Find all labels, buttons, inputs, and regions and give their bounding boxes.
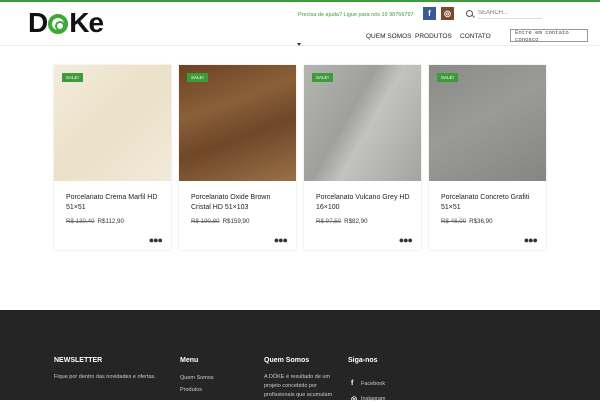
footer-siga-title: Siga-nos [348, 357, 378, 364]
old-price: R$ 97,50 [316, 218, 342, 225]
instagram-icon: ◎ [351, 396, 358, 403]
price: R$36,90 [469, 218, 493, 225]
facebook-icon[interactable]: f [423, 7, 436, 20]
product-card[interactable]: SALE! Porcelanato Crema Marfil HD 51×51 … [54, 65, 171, 250]
nav-quem-somos[interactable]: QUEM SOMOS [366, 33, 412, 40]
product-card[interactable]: SALE! Porcelanato Oxide Brown Cristal HD… [179, 65, 296, 250]
logo[interactable]: D Ke [28, 7, 104, 38]
sale-badge: SALE! [437, 73, 458, 82]
product-image[interactable] [179, 65, 296, 181]
more-options-icon[interactable]: ●●● [274, 235, 288, 245]
product-prices: R$ 130,40 R$112,90 [66, 218, 124, 225]
header: D Ke Precisa de ajuda? Ligue para nós 19 … [0, 2, 600, 45]
old-price: R$ 46,00 [441, 218, 467, 225]
footer-facebook-link[interactable]: f Facebook [351, 380, 385, 387]
facebook-icon: f [351, 380, 354, 387]
product-card[interactable]: SALE! Porcelanato Vulcano Grey HD 16×100… [304, 65, 421, 250]
nav-produtos[interactable]: PRODUTOS [415, 33, 452, 40]
price: R$82,90 [344, 218, 368, 225]
product-prices: R$ 190,80 R$159,90 [191, 218, 249, 225]
footer: NEWSLETTER Fique por dentro das novidade… [0, 310, 600, 403]
product-name[interactable]: Porcelanato Crema Marfil HD 51×51 [66, 193, 166, 213]
footer-quem-somos-line: profissionais que acumulam [264, 392, 333, 398]
product-image[interactable] [54, 65, 171, 181]
footer-menu-title: Menu [180, 357, 199, 364]
footer-newsletter-text: Fique por dentro das novidades e ofertas… [54, 374, 156, 380]
footer-instagram-link[interactable]: ◎ Instagram [351, 395, 385, 403]
more-options-icon[interactable]: ●●● [524, 235, 538, 245]
logo-letters-ke: Ke [69, 7, 104, 38]
price: R$159,90 [222, 218, 250, 225]
logo-letter-d: D [28, 7, 48, 38]
old-price: R$ 130,40 [66, 218, 95, 225]
product-image[interactable] [304, 65, 421, 181]
footer-quem-somos-title: Quem Somos [264, 357, 310, 364]
product-card[interactable]: SALE! Porcelanato Concreto Grafiti 51×51… [429, 65, 546, 250]
sale-badge: SALE! [187, 73, 208, 82]
footer-newsletter-title: NEWSLETTER [54, 357, 103, 364]
footer-quem-somos-line: A DÖKE é resultado de um [264, 374, 331, 380]
footer-menu-item-quem-somos[interactable]: Quem Somos [180, 374, 214, 383]
sale-badge: SALE! [62, 73, 83, 82]
price: R$112,90 [97, 218, 124, 225]
more-options-icon[interactable]: ●●● [399, 235, 413, 245]
search-icon[interactable] [466, 10, 473, 17]
nav-contato[interactable]: CONTATO [460, 33, 491, 40]
product-name[interactable]: Porcelanato Oxide Brown Cristal HD 51×10… [191, 193, 291, 213]
footer-menu-item-produtos[interactable]: Produtos [180, 386, 202, 395]
contact-button[interactable]: Entre em contato conosco [510, 29, 588, 43]
product-prices: R$ 46,00 R$36,90 [441, 218, 493, 225]
helpline[interactable]: Precisa de ajuda? Ligue para nós 19 9876… [298, 12, 414, 18]
footer-instagram-label: Instagram [361, 396, 386, 402]
product-prices: R$ 97,50 R$82,90 [316, 218, 368, 225]
sale-badge: SALE! [312, 73, 333, 82]
caret-down-icon [297, 43, 301, 46]
footer-facebook-label: Facebook [361, 380, 386, 387]
logo-o-icon [48, 14, 69, 34]
search-input[interactable] [478, 7, 542, 19]
product-image[interactable] [429, 65, 546, 181]
footer-quem-somos-line: projeto concebido por [264, 383, 317, 389]
product-name[interactable]: Porcelanato Vulcano Grey HD 16×100 [316, 193, 416, 213]
product-name[interactable]: Porcelanato Concreto Grafiti 51×51 [441, 193, 541, 213]
old-price: R$ 190,80 [191, 218, 220, 225]
instagram-icon[interactable]: ◎ [441, 7, 454, 20]
more-options-icon[interactable]: ●●● [149, 235, 163, 245]
